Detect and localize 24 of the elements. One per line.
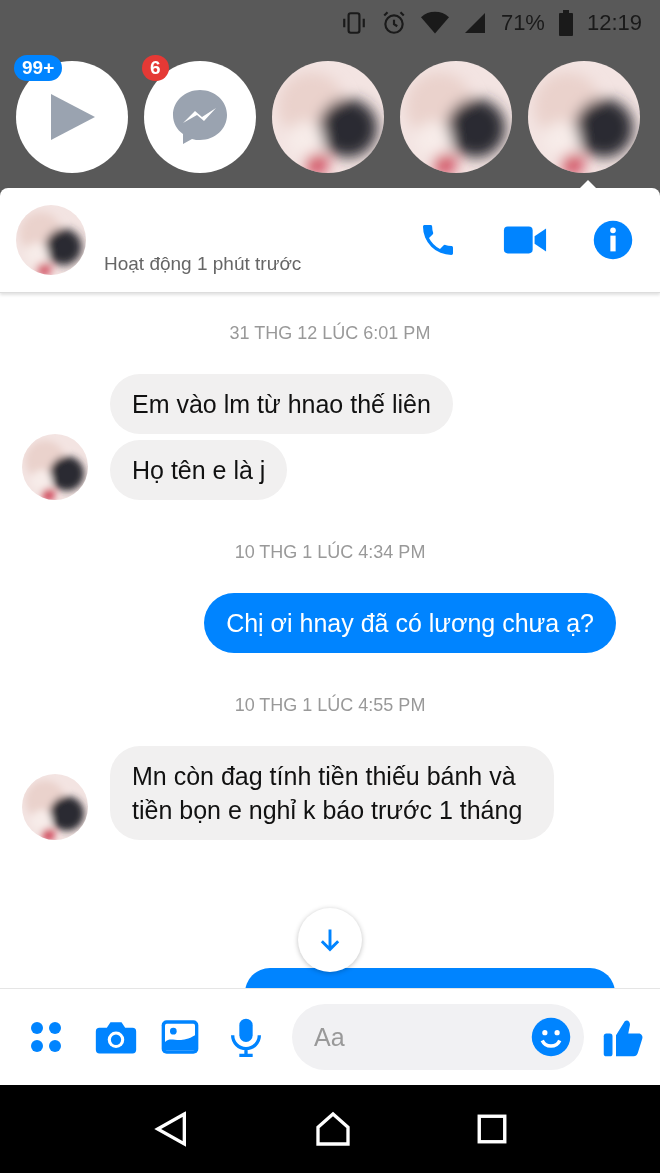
message-bubble: Chị ơi hnay đã có lương chưa ạ? [204,593,616,653]
emoji-icon[interactable] [530,1016,572,1058]
wifi-icon [420,10,449,35]
messenger-icon [171,87,229,146]
recents-icon[interactable] [475,1112,509,1146]
clock: 12:19 [586,9,642,36]
message-bubble: Em vào lm từ hnao thế liên [110,374,453,434]
home-icon[interactable] [313,1109,353,1149]
message-input[interactable]: Aa [292,1004,584,1070]
scroll-down-button[interactable] [298,908,362,972]
info-icon[interactable] [592,219,634,261]
message-bubble: Mn còn đag tính tiền thiếu bánh và tiền bọn e nghỉ k báo trước 1 tháng [110,746,554,840]
timestamp: 31 THG 12 LÚC 6:01 PM [229,323,431,344]
timestamp: 10 THG 1 LÚC 4:55 PM [234,695,426,716]
timestamp: 10 THG 1 LÚC 4:34 PM [234,542,426,563]
vibrate-icon [340,9,367,36]
apps-icon[interactable] [28,1019,64,1055]
notification-badge: 6 [142,54,169,81]
notification-badge: 99+ [14,54,63,81]
battery-icon [558,9,573,36]
active-status: Hoạt động 1 phút trước [104,253,303,275]
message-bubble: Họ tên e là j [110,440,288,500]
battery-percent: 71% [500,9,545,36]
image-icon[interactable] [160,1017,200,1057]
